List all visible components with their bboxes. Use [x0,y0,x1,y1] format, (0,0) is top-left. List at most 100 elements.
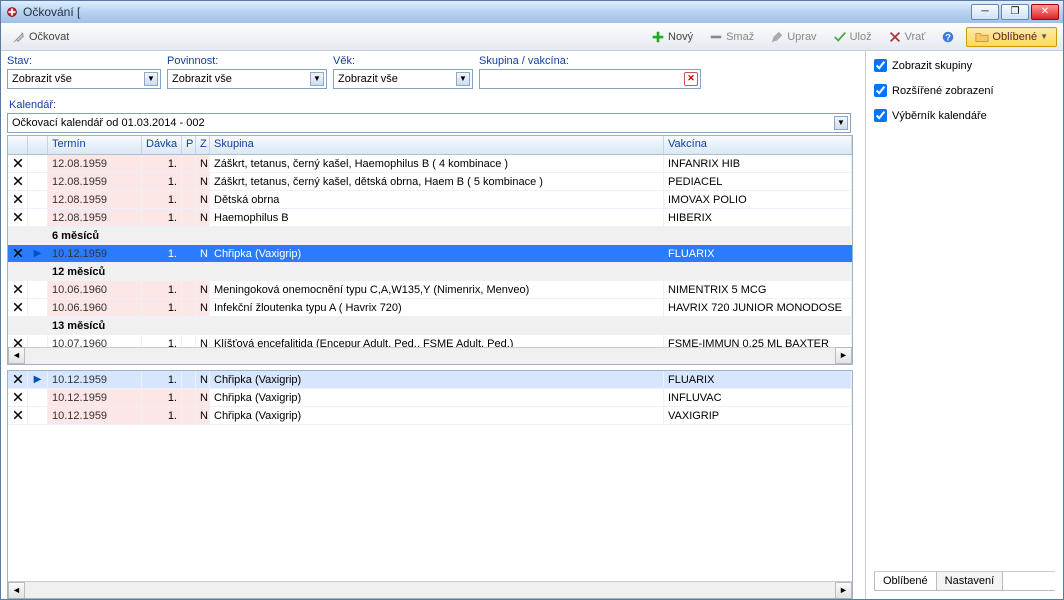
cell-davka: 1. [142,335,182,347]
help-icon: ? [941,30,955,44]
table-row[interactable]: ▶ 10.12.1959 1. N Chřipka (Vaxigrip) FLU… [8,371,852,389]
cell-skupina: Chřipka (Vaxigrip) [210,371,664,388]
tab-nastaveni[interactable]: Nastavení [936,572,1004,591]
table-row[interactable]: 12.08.1959 1. N Dětská obrna IMOVAX POLI… [8,191,852,209]
vek-combo[interactable]: Zobrazit vše▼ [333,69,473,89]
maximize-button[interactable]: ❐ [1001,4,1029,20]
col-p[interactable]: P [182,136,196,154]
delete-icon[interactable] [8,245,28,262]
cell-davka: 1. [142,299,182,316]
group-header[interactable]: 13 měsíců [8,317,852,335]
delete-icon[interactable] [8,389,28,406]
cell-termin: 10.07.1960 [48,335,142,347]
cell-skupina: Chřipka (Vaxigrip) [210,407,664,424]
row-indicator [28,407,48,424]
cell-z: N [196,191,210,208]
cell-p [182,173,196,190]
table-row[interactable]: 10.06.1960 1. N Meningoková onemocnění t… [8,281,852,299]
delete-icon[interactable] [8,335,28,347]
help-button[interactable]: ? [936,28,960,46]
stav-combo[interactable]: Zobrazit vše▼ [7,69,161,89]
cell-p [182,281,196,298]
grid-body[interactable]: 12.08.1959 1. N Záškrt, tetanus, černý k… [8,155,852,347]
group-header[interactable]: 6 měsíců [8,227,852,245]
table-row[interactable]: 10.07.1960 1. N Klíšťová encefalitida (E… [8,335,852,347]
col-davka[interactable]: Dávka [142,136,182,154]
delete-icon[interactable] [8,371,28,388]
close-button[interactable]: ✕ [1031,4,1059,20]
delete-icon[interactable] [8,407,28,424]
delete-icon[interactable] [8,209,28,226]
cell-skupina: Haemophilus B [210,209,664,226]
skupina-input[interactable]: ✕ [479,69,701,89]
zobrazit-skupiny-checkbox[interactable]: Zobrazit skupiny [874,59,1055,72]
table-row[interactable]: ▶ 10.12.1959 1. N Chřipka (Vaxigrip) FLU… [8,245,852,263]
table-row[interactable]: 12.08.1959 1. N Záškrt, tetanus, černý k… [8,155,852,173]
group-header[interactable]: 12 měsíců [8,263,852,281]
col-termin[interactable]: Termín [48,136,142,154]
cell-p [182,245,196,262]
cell-skupina: Klíšťová encefalitida (Encepur Adult, Pe… [210,335,664,347]
dropdown-arrow-icon: ▼ [1040,32,1048,41]
row-indicator [28,209,48,226]
kalendar-combo[interactable]: Očkovací kalendář od 01.03.2014 - 002▼ [7,113,851,133]
col-vakcina[interactable]: Vakcína [664,136,852,154]
row-indicator [28,389,48,406]
vek-label: Věk: [333,55,473,67]
table-row[interactable]: 10.12.1959 1. N Chřipka (Vaxigrip) INFLU… [8,389,852,407]
povinnost-combo[interactable]: Zobrazit vše▼ [167,69,327,89]
uprav-button[interactable]: Uprav [765,28,821,46]
smaz-button[interactable]: Smaž [704,28,759,46]
clear-icon[interactable]: ✕ [684,72,698,86]
cell-davka: 1. [142,389,182,406]
tab-oblibene[interactable]: Oblíbené [874,572,937,591]
minus-icon [709,30,723,44]
scroll-left-button[interactable]: ◄ [8,582,25,599]
col-skupina[interactable]: Skupina [210,136,664,154]
table-row[interactable]: 12.08.1959 1. N Záškrt, tetanus, černý k… [8,173,852,191]
table-row[interactable]: 12.08.1959 1. N Haemophilus B HIBERIX [8,209,852,227]
cell-termin: 12.08.1959 [48,191,142,208]
skupina-label: Skupina / vakcína: [479,55,701,67]
cell-z: N [196,245,210,262]
minimize-button[interactable]: ─ [971,4,999,20]
table-row[interactable]: 10.06.1960 1. N Infekční žloutenka typu … [8,299,852,317]
scroll-right-button[interactable]: ► [835,582,852,599]
row-indicator [28,281,48,298]
rozsirene-checkbox[interactable]: Rozšířené zobrazení [874,84,1055,97]
cell-davka: 1. [142,371,182,388]
scroll-right-button[interactable]: ► [835,347,852,364]
titlebar: Očkování [ ─ ❐ ✕ [1,1,1063,23]
cell-z: N [196,371,210,388]
delete-icon[interactable] [8,191,28,208]
ockovat-button[interactable]: Očkovat [7,28,74,46]
fav-tabs: Oblíbené Nastavení [874,571,1055,591]
oblibene-button[interactable]: Oblíbené ▼ [966,27,1057,47]
cell-p [182,209,196,226]
grid-body[interactable]: ▶ 10.12.1959 1. N Chřipka (Vaxigrip) FLU… [8,371,852,582]
delete-icon[interactable] [8,299,28,316]
cell-skupina: Chřipka (Vaxigrip) [210,245,664,262]
delete-icon[interactable] [8,155,28,172]
cell-vakcina: FLUARIX [664,371,852,388]
cell-davka: 1. [142,407,182,424]
table-row[interactable]: 10.12.1959 1. N Chřipka (Vaxigrip) VAXIG… [8,407,852,425]
h-scrollbar[interactable]: ◄ ► [8,581,852,598]
cell-davka: 1. [142,281,182,298]
cell-termin: 12.08.1959 [48,209,142,226]
vrat-button[interactable]: Vrať [883,28,931,46]
novy-button[interactable]: Nový [646,28,698,46]
delete-icon[interactable] [8,173,28,190]
col-z[interactable]: Z [196,136,210,154]
scroll-left-button[interactable]: ◄ [8,347,25,364]
h-scrollbar[interactable]: ◄ ► [8,347,852,364]
uloz-button[interactable]: Ulož [828,28,877,46]
cell-vakcina: PEDIACEL [664,173,852,190]
cell-p [182,407,196,424]
cell-davka: 1. [142,173,182,190]
vyberniku-checkbox[interactable]: Výběrník kalendáře [874,109,1055,122]
plus-icon [651,30,665,44]
delete-icon[interactable] [8,281,28,298]
stav-label: Stav: [7,55,161,67]
cell-skupina: Záškrt, tetanus, černý kašel, dětská obr… [210,173,664,190]
